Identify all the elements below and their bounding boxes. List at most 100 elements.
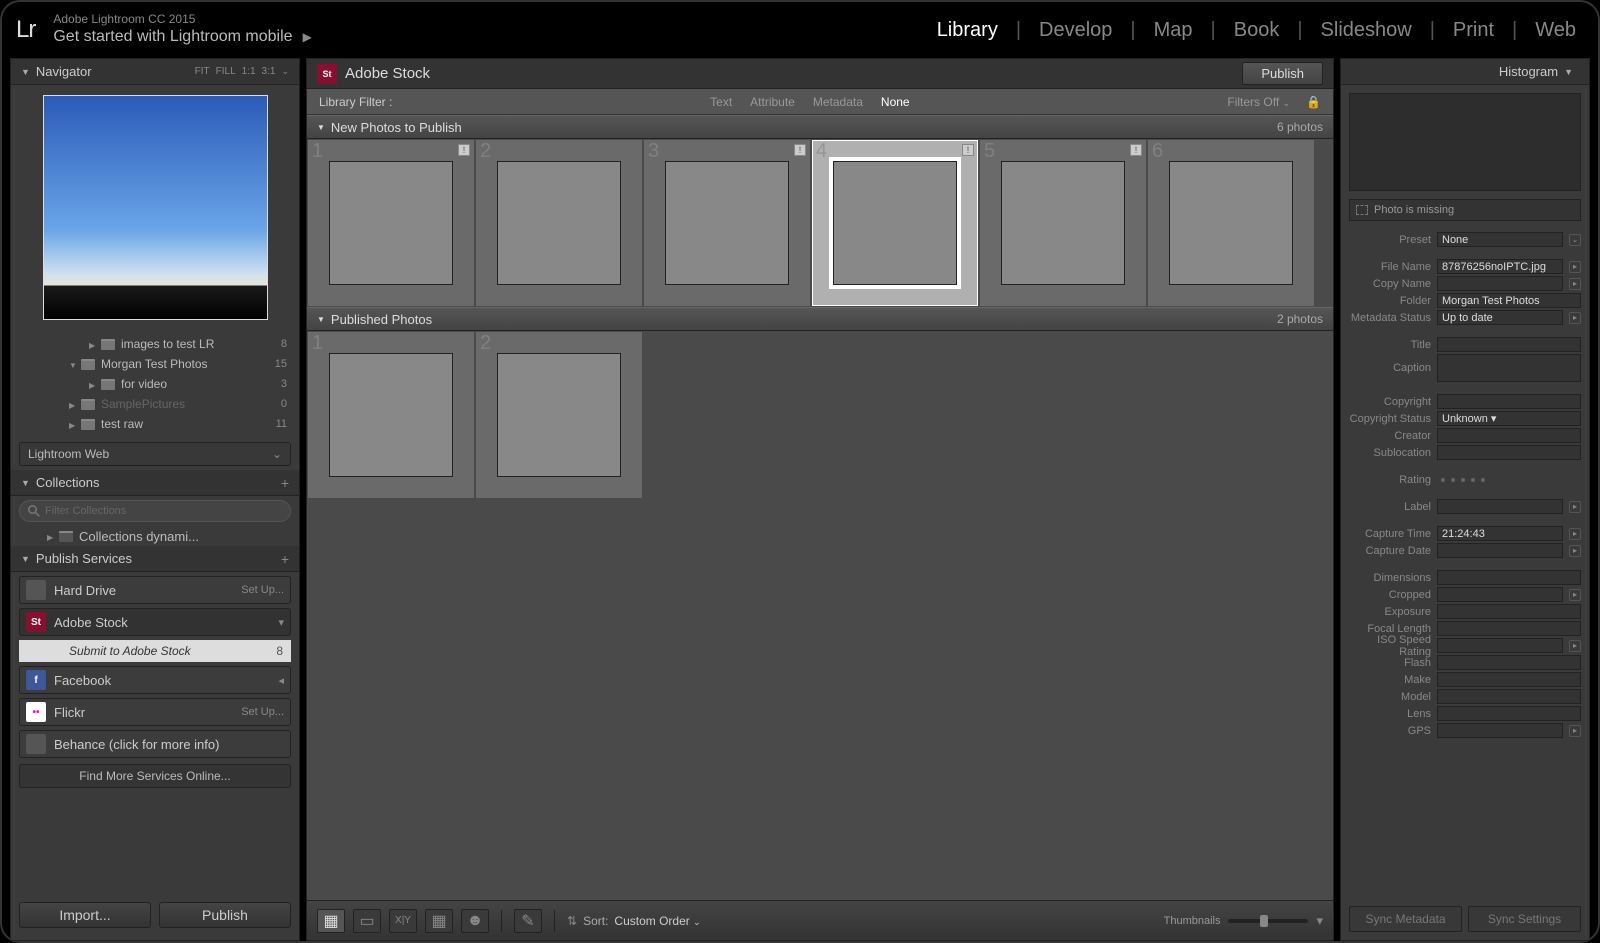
filter-tab-none[interactable]: None <box>881 95 910 109</box>
meta-value-folder[interactable]: Morgan Test Photos <box>1437 293 1581 308</box>
filters-off-toggle[interactable]: Filters Off ⌄ <box>1227 95 1290 109</box>
field-icon[interactable]: ▸ <box>1569 501 1581 513</box>
meta-value-iso-speed-rating[interactable] <box>1437 638 1563 653</box>
thumb-cell-selected[interactable]: 4! <box>811 139 979 307</box>
thumb-cell[interactable]: 5! <box>979 139 1147 307</box>
disclosure-icon[interactable]: ▼ <box>21 478 30 488</box>
painter-button[interactable]: ✎ <box>514 909 542 933</box>
filter-tab-attribute[interactable]: Attribute <box>750 95 795 109</box>
meta-value-dimensions[interactable] <box>1437 570 1581 585</box>
thumb-cell[interactable]: 3! <box>643 139 811 307</box>
meta-value-lens[interactable] <box>1437 706 1581 721</box>
field-icon[interactable]: ▸ <box>1569 312 1581 324</box>
meta-value-capture-time[interactable]: 21:24:43 <box>1437 526 1563 541</box>
service-action[interactable]: Set Up... <box>241 706 284 718</box>
folder-row[interactable]: ▶for video3 <box>11 374 299 394</box>
module-book[interactable]: Book <box>1226 19 1288 42</box>
lightroom-web-button[interactable]: Lightroom Web ⌄ <box>19 442 291 466</box>
service-hard-drive[interactable]: Hard DriveSet Up... <box>19 576 291 604</box>
add-service-icon[interactable]: + <box>281 551 289 567</box>
meta-value-gps[interactable] <box>1437 723 1563 738</box>
zoom-FIT[interactable]: FIT <box>195 66 210 77</box>
thumb-cell[interactable]: 2 <box>475 139 643 307</box>
section-published[interactable]: ▼ Published Photos 2 photos <box>307 307 1333 331</box>
service-adobe-stock[interactable]: StAdobe Stock▾ <box>19 608 291 636</box>
disclosure-icon[interactable]: ▼ <box>21 67 30 77</box>
thumb-cell[interactable]: 1! <box>307 139 475 307</box>
service-facebook[interactable]: fFacebook◂ <box>19 666 291 694</box>
disclosure-icon[interactable]: ▼ <box>317 123 325 132</box>
compare-view-button[interactable]: X|Y <box>389 909 417 933</box>
dropdown-icon[interactable]: ⌄ <box>1569 234 1581 246</box>
disclosure-icon[interactable]: ▼ <box>1564 67 1573 77</box>
toolbar-menu-icon[interactable]: ▾ <box>1316 913 1323 929</box>
collection-item[interactable]: ▶ Collections dynami... <box>11 526 299 546</box>
service-action[interactable]: ◂ <box>278 674 284 687</box>
sync-settings-button[interactable]: Sync Settings <box>1468 906 1581 932</box>
meta-value-file-name[interactable]: 87876256noIPTC.jpg <box>1437 259 1563 274</box>
meta-value-capture-date[interactable] <box>1437 543 1563 558</box>
meta-value-copyright[interactable] <box>1437 394 1581 409</box>
zoom-3-1[interactable]: 3:1 <box>262 66 276 77</box>
folder-row[interactable]: ▼Morgan Test Photos15 <box>11 354 299 374</box>
meta-value-title[interactable] <box>1437 337 1581 352</box>
meta-value-creator[interactable] <box>1437 428 1581 443</box>
section-new-photos[interactable]: ▼ New Photos to Publish 6 photos <box>307 115 1333 139</box>
label-input[interactable] <box>1437 499 1563 514</box>
service-behance-click-for-more-info-[interactable]: Behance (click for more info) <box>19 730 291 758</box>
thumb-cell[interactable]: 2 <box>475 331 643 499</box>
sort-dropdown[interactable]: Custom Order ⌄ <box>614 914 700 928</box>
service-sub-item[interactable]: Submit to Adobe Stock8 <box>19 640 291 662</box>
zoom-FILL[interactable]: FILL <box>216 66 236 77</box>
zoom-1-1[interactable]: 1:1 <box>242 66 256 77</box>
thumb-cell[interactable]: 6 <box>1147 139 1315 307</box>
grid-view-button[interactable]: ▦ <box>317 909 345 933</box>
find-more-services-button[interactable]: Find More Services Online... <box>19 764 291 788</box>
banner-arrow-icon[interactable]: ▶ <box>303 30 312 46</box>
folder-row[interactable]: ▶SamplePictures0 <box>11 394 299 414</box>
loupe-view-button[interactable]: ▭ <box>353 909 381 933</box>
meta-value-focal-length[interactable] <box>1437 621 1581 636</box>
service-action[interactable]: Set Up... <box>241 584 284 596</box>
survey-view-button[interactable]: ▦ <box>425 909 453 933</box>
service-flickr[interactable]: ••FlickrSet Up... <box>19 698 291 726</box>
publish-action-button[interactable]: Publish <box>1242 62 1323 85</box>
disclosure-icon[interactable]: ▼ <box>317 315 325 324</box>
disclosure-icon[interactable]: ▶ <box>89 341 95 347</box>
service-action[interactable]: ▾ <box>278 616 284 629</box>
meta-value-caption[interactable] <box>1437 354 1581 382</box>
module-library[interactable]: Library <box>929 19 1006 42</box>
filter-tab-metadata[interactable]: Metadata <box>813 95 863 109</box>
module-web[interactable]: Web <box>1527 19 1584 42</box>
histogram-header[interactable]: Histogram ▼ <box>1341 59 1589 85</box>
add-collection-icon[interactable]: + <box>281 475 289 491</box>
collections-header[interactable]: ▼ Collections + <box>11 470 299 496</box>
filter-collections-input[interactable]: Filter Collections <box>19 500 291 522</box>
publish-button[interactable]: Publish <box>159 902 291 928</box>
lock-icon[interactable]: 🔒 <box>1306 95 1321 109</box>
thumb-cell[interactable]: 1 <box>307 331 475 499</box>
disclosure-icon[interactable]: ▶ <box>47 533 53 539</box>
sync-metadata-button[interactable]: Sync Metadata <box>1349 906 1462 932</box>
field-icon[interactable]: ▸ <box>1569 589 1581 601</box>
meta-value-metadata-status[interactable]: Up to date <box>1437 310 1563 325</box>
meta-value-model[interactable] <box>1437 689 1581 704</box>
photo-missing-banner[interactable]: Photo is missing <box>1349 199 1581 221</box>
navigator-preview[interactable] <box>11 85 299 330</box>
meta-value-flash[interactable] <box>1437 655 1581 670</box>
publish-services-header[interactable]: ▼ Publish Services + <box>11 546 299 572</box>
preset-dropdown[interactable]: None <box>1437 232 1563 247</box>
meta-value-make[interactable] <box>1437 672 1581 687</box>
module-slideshow[interactable]: Slideshow <box>1313 19 1420 42</box>
rating-control[interactable] <box>1437 478 1485 482</box>
field-icon[interactable]: ▸ <box>1569 528 1581 540</box>
navigator-header[interactable]: ▼ Navigator FITFILL1:13:1⌄ <box>11 59 299 85</box>
meta-value-sublocation[interactable] <box>1437 445 1581 460</box>
module-develop[interactable]: Develop <box>1031 19 1120 42</box>
people-view-button[interactable]: ☻ <box>461 909 489 933</box>
meta-value-cropped[interactable] <box>1437 587 1563 602</box>
disclosure-icon[interactable]: ▼ <box>69 361 75 367</box>
thumb-size-slider[interactable] <box>1228 919 1308 923</box>
module-print[interactable]: Print <box>1445 19 1502 42</box>
meta-value-copy-name[interactable] <box>1437 276 1563 291</box>
